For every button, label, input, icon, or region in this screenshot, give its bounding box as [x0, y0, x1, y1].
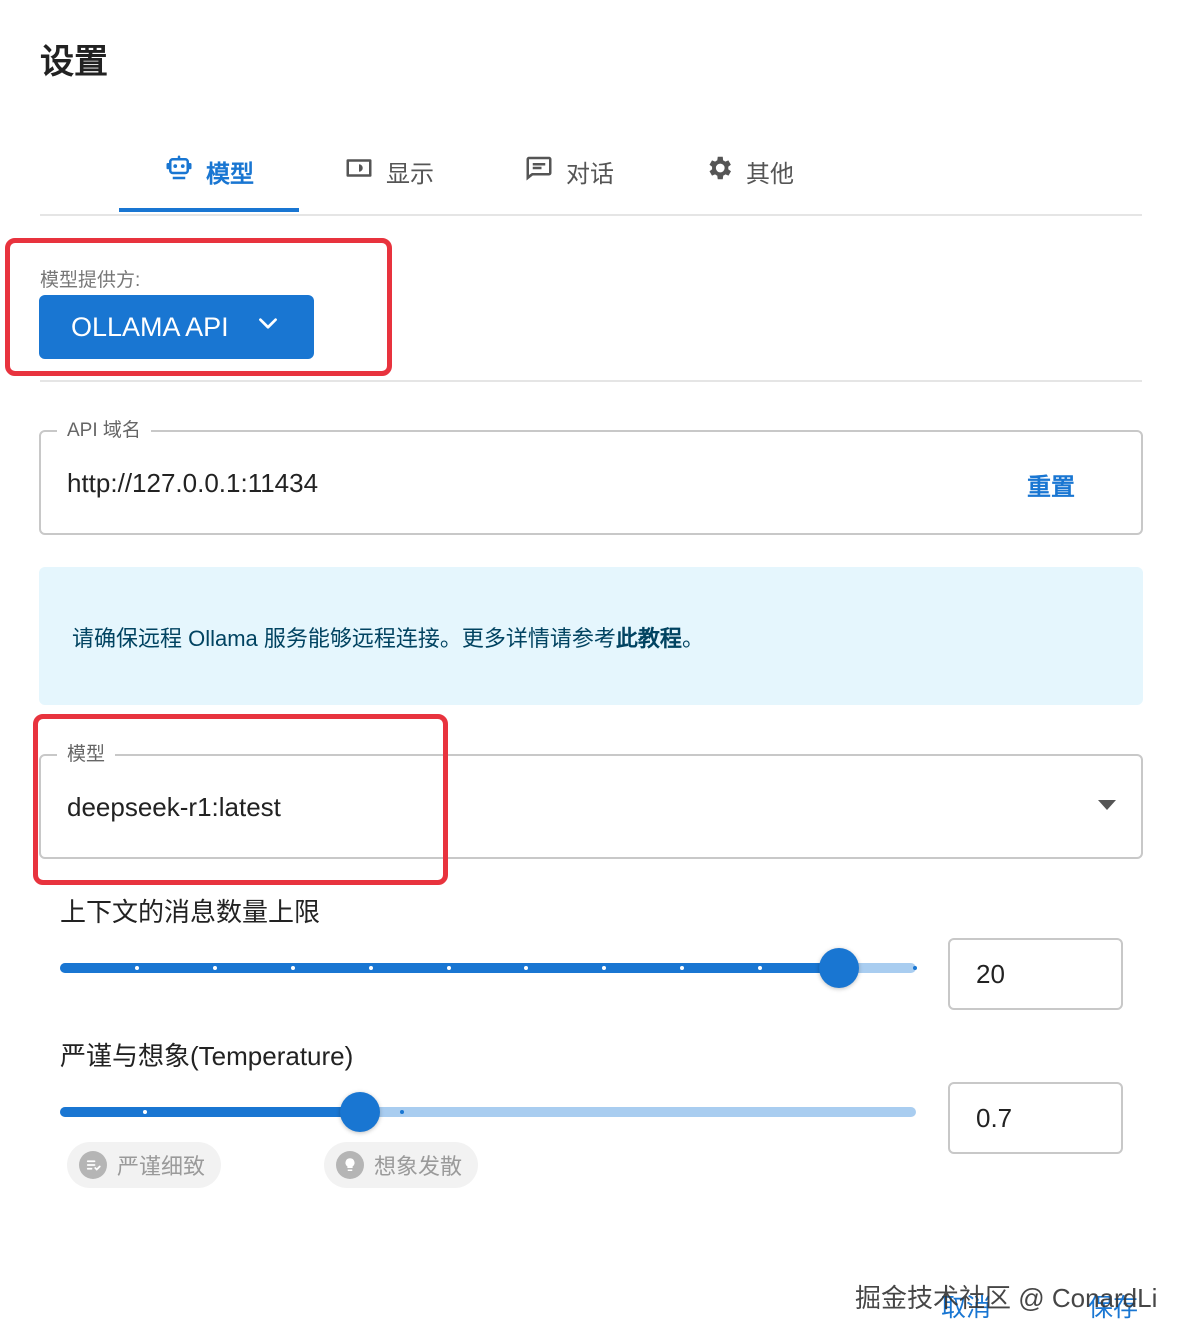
slider-mark — [369, 966, 373, 970]
slider-mark — [447, 966, 451, 970]
tutorial-link[interactable]: 此教程 — [616, 626, 682, 651]
slider-mark — [135, 966, 139, 970]
provider-select-button[interactable]: OLLAMA API — [39, 295, 314, 359]
info-end: 。 — [681, 626, 704, 651]
slider-mark — [143, 1110, 147, 1114]
slider-mark — [602, 966, 606, 970]
checklist-icon — [79, 1151, 107, 1179]
reset-button[interactable]: 重置 — [1027, 467, 1075, 502]
tab-chat[interactable]: 对话 — [479, 130, 659, 212]
chip-label: 想象发散 — [374, 1154, 463, 1179]
tab-label: 显示 — [386, 160, 434, 188]
tab-display[interactable]: 显示 — [299, 130, 479, 212]
tab-label: 模型 — [206, 160, 254, 188]
context-limit-value: 20 — [976, 958, 1005, 989]
slider-mark — [213, 966, 217, 970]
slider-mark — [680, 966, 684, 970]
temperature-slider-thumb[interactable] — [339, 1092, 380, 1132]
page-title: 设置 — [40, 43, 108, 81]
tab-other[interactable]: 其他 — [659, 130, 839, 212]
api-host-input[interactable]: http://127.0.0.1:11434 — [67, 468, 318, 499]
provider-label: 模型提供方: — [40, 270, 141, 291]
context-limit-input[interactable]: 20 — [948, 938, 1123, 1010]
chip-label: 严谨细致 — [117, 1154, 206, 1179]
tab-bar: 模型 显示 对话 其他 — [40, 130, 1142, 216]
display-icon — [344, 153, 374, 190]
temperature-label: 严谨与想象(Temperature) — [60, 1041, 354, 1071]
temperature-input[interactable]: 0.7 — [948, 1082, 1123, 1154]
slider-mark — [758, 966, 762, 970]
chip-imaginative[interactable]: 想象发散 — [324, 1142, 479, 1188]
slider-mark — [400, 1110, 404, 1114]
robot-icon — [164, 153, 194, 190]
chat-icon — [524, 153, 554, 190]
divider — [40, 380, 1142, 382]
tab-label: 对话 — [566, 160, 614, 188]
info-message: 请确保远程 Ollama 服务能够远程连接。更多详情请参考 — [72, 626, 616, 651]
slider-mark — [913, 966, 917, 970]
api-host-legend: API 域名 — [57, 415, 151, 442]
lightbulb-icon — [336, 1151, 364, 1179]
model-legend: 模型 — [57, 739, 116, 766]
chevron-down-icon — [255, 311, 281, 344]
active-tab-indicator — [119, 208, 299, 212]
dropdown-arrow-icon[interactable] — [1098, 800, 1116, 810]
slider-mark — [291, 966, 295, 970]
tab-model[interactable]: 模型 — [119, 130, 299, 212]
model-value: deepseek-r1:latest — [67, 792, 281, 822]
temperature-slider-track — [60, 1107, 360, 1117]
slider-mark — [524, 966, 528, 970]
info-text: 请确保远程 Ollama 服务能够远程连接。更多详情请参考此教程。 — [72, 621, 704, 653]
context-limit-label: 上下文的消息数量上限 — [60, 897, 321, 927]
gear-icon — [704, 153, 734, 190]
tab-label: 其他 — [746, 160, 794, 188]
temperature-value: 0.7 — [976, 1102, 1013, 1133]
context-slider-thumb[interactable] — [818, 948, 859, 988]
chip-rigorous[interactable]: 严谨细致 — [67, 1142, 222, 1188]
provider-value: OLLAMA API — [71, 311, 229, 342]
watermark: 掘金技术社区 @ ConardLi — [855, 1283, 1158, 1313]
